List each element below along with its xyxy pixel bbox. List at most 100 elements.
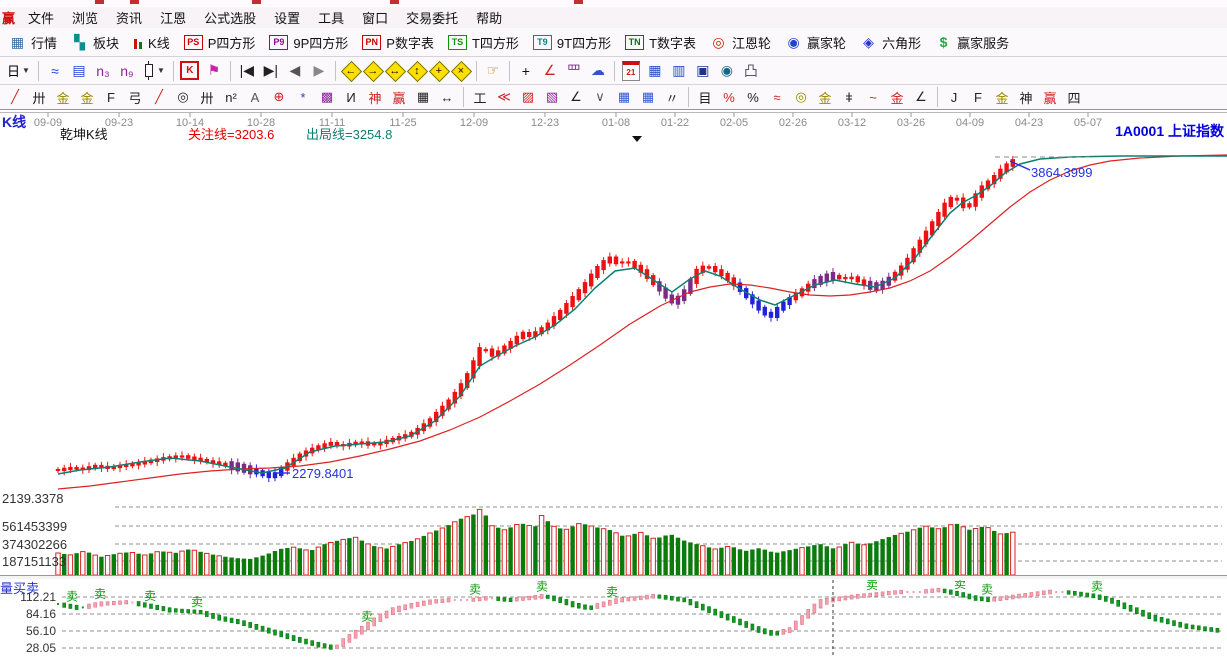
toolbar-kline-button[interactable]: K线 [126,30,177,54]
toolbar-quotes-button[interactable]: ▦行情 [2,30,64,54]
draw-tool-icon[interactable]: 〃 [660,87,684,108]
draw-tool-icon[interactable]: F [966,87,990,108]
draw-tool-icon[interactable]: ∠ [564,87,588,108]
draw-tool-icon[interactable]: F [99,87,123,108]
zoom-right-button[interactable]: → [362,60,384,82]
draw-tool-icon[interactable]: ≪ [492,87,516,108]
n9-steps-button[interactable]: n₉ [115,59,139,82]
toolbar-winner-service-button[interactable]: $赢家服务 [928,30,1016,54]
toolbar-winner-wheel-button[interactable]: ◉赢家轮 [778,30,853,54]
toolbar-p-square-button[interactable]: PSP四方形 [177,30,263,54]
menu-gann[interactable]: 江恩 [151,7,195,28]
zoom-in-button[interactable]: + [428,60,450,82]
calendar-button[interactable]: 21 [619,59,643,82]
menu-settings[interactable]: 设置 [265,7,309,28]
zoom-v-button[interactable]: ↕ [406,60,428,82]
toolbar-p-number-table-button[interactable]: PNP数字表 [355,30,441,54]
draw-tool-icon[interactable]: ╱ [147,87,171,108]
draw-tool-icon[interactable]: % [741,87,765,108]
draw-tool-icon[interactable]: ≈ [765,87,789,108]
draw-tool-icon[interactable]: 神 [363,87,387,108]
toolbar-9t-square-button[interactable]: T99T四方形 [526,30,618,54]
wave-tool-button[interactable]: ≈ [43,59,67,82]
save-button[interactable]: ▣ [691,59,715,82]
n3-steps-button[interactable]: n₃ [91,59,115,82]
list-board-button[interactable]: ▤ [67,59,91,82]
draw-tool-icon[interactable]: ↔ [435,87,459,108]
draw-tool-icon[interactable]: n² [219,87,243,108]
draw-tool-icon[interactable]: 金 [990,87,1014,108]
draw-tool-icon[interactable]: ◎ [171,87,195,108]
draw-tool-icon[interactable]: % [717,87,741,108]
draw-tool-icon[interactable]: 金 [75,87,99,108]
draw-tool-icon[interactable]: ▧ [540,87,564,108]
toolbar-t-number-table-button[interactable]: TNT数字表 [618,30,703,54]
menu-tools[interactable]: 工具 [309,7,353,28]
zoom-out-button[interactable]: × [450,60,472,82]
draw-tool-icon[interactable]: 卅 [27,87,51,108]
draw-tool-icon[interactable]: ǂ [837,87,861,108]
net-save-button[interactable]: ◉ [715,59,739,82]
printer-button[interactable]: 凸 [739,59,763,82]
draw-tool-icon[interactable]: 卅 [195,87,219,108]
p-number-table-label: P数字表 [386,33,434,52]
draw-tool-icon[interactable]: * [291,87,315,108]
color-flag-button[interactable]: ⚑ [202,59,226,82]
draw-tool-icon[interactable]: A [243,87,267,108]
panel-separator[interactable] [0,575,1227,580]
toolbar-sectors-button[interactable]: ▚板块 [64,30,126,54]
zoom-left-button[interactable]: ← [340,60,362,82]
draw-tool-icon[interactable]: 目 [693,87,717,108]
draw-tool-icon[interactable]: ▨ [516,87,540,108]
draw-tool-icon[interactable]: 赢 [387,87,411,108]
draw-tool-icon[interactable]: 神 [1014,87,1038,108]
hand-drag-button[interactable]: ☞ [481,59,505,82]
draw-tool-icon[interactable]: ▦ [636,87,660,108]
draw-tool-icon[interactable]: 赢 [1038,87,1062,108]
draw-tool-icon[interactable]: ╱ [3,87,27,108]
menu-browse[interactable]: 浏览 [63,7,107,28]
draw-tool-icon[interactable]: 弓 [123,87,147,108]
next-page-button[interactable]: ▶ [307,59,331,82]
cloud-tool-button[interactable]: ☁ [586,59,610,82]
draw-tool-icon[interactable]: 金 [885,87,909,108]
calculator-button[interactable]: ▦ [643,59,667,82]
draw-tool-icon[interactable]: ~ [861,87,885,108]
draw-tool-icon[interactable]: ∠ [909,87,933,108]
date-label: 05-07 [1074,117,1102,129]
notepad-button[interactable]: ▥ [667,59,691,82]
period-day-button[interactable]: 日▼ [3,60,34,82]
prev-page-button[interactable]: ◀ [283,59,307,82]
menu-news[interactable]: 资讯 [107,7,151,28]
crosshair-button[interactable]: + [514,59,538,82]
toolbar-t-square-button[interactable]: TST四方形 [441,30,526,54]
draw-tool-icon[interactable]: 工 [468,87,492,108]
draw-tool-icon[interactable]: И [339,87,363,108]
menu-window[interactable]: 窗口 [353,7,397,28]
menu-formula-stock-pick[interactable]: 公式选股 [195,7,265,28]
angle-tool-button[interactable]: ∠ [538,59,562,82]
menu-file[interactable]: 文件 [19,7,63,28]
draw-tool-icon[interactable]: ▩ [315,87,339,108]
k-frame-button[interactable]: K [178,59,202,82]
zoom-h-button[interactable]: ↔ [384,60,406,82]
draw-tool-icon[interactable]: ▦ [411,87,435,108]
first-page-button[interactable]: |◀ [235,59,259,82]
draw-tool-icon[interactable]: ⊕ [267,87,291,108]
last-page-button[interactable]: ▶| [259,59,283,82]
menu-trade-entrust[interactable]: 交易委托 [397,7,467,28]
toolbar-gann-wheel-button[interactable]: ◎江恩轮 [703,30,778,54]
toolbar-hexagon-button[interactable]: ◈六角形 [853,30,928,54]
draw-tool-icon[interactable]: ◎ [789,87,813,108]
draw-tool-icon[interactable]: 金 [51,87,75,108]
menu-help[interactable]: 帮助 [467,7,511,28]
draw-tool-icon[interactable]: 金 [813,87,837,108]
draw-tool-icon[interactable]: ∨ [588,87,612,108]
mask-tool-button[interactable]: 罒 [562,59,586,82]
draw-tool-icon[interactable]: J [942,87,966,108]
candle-style-button[interactable]: ▼ [139,60,169,82]
symbol-label[interactable]: 1A0001 上证指数 [1115,121,1224,141]
draw-tool-icon[interactable]: ▦ [612,87,636,108]
toolbar-9p-square-button[interactable]: P99P四方形 [262,30,355,54]
draw-tool-icon[interactable]: 四 [1062,87,1086,108]
